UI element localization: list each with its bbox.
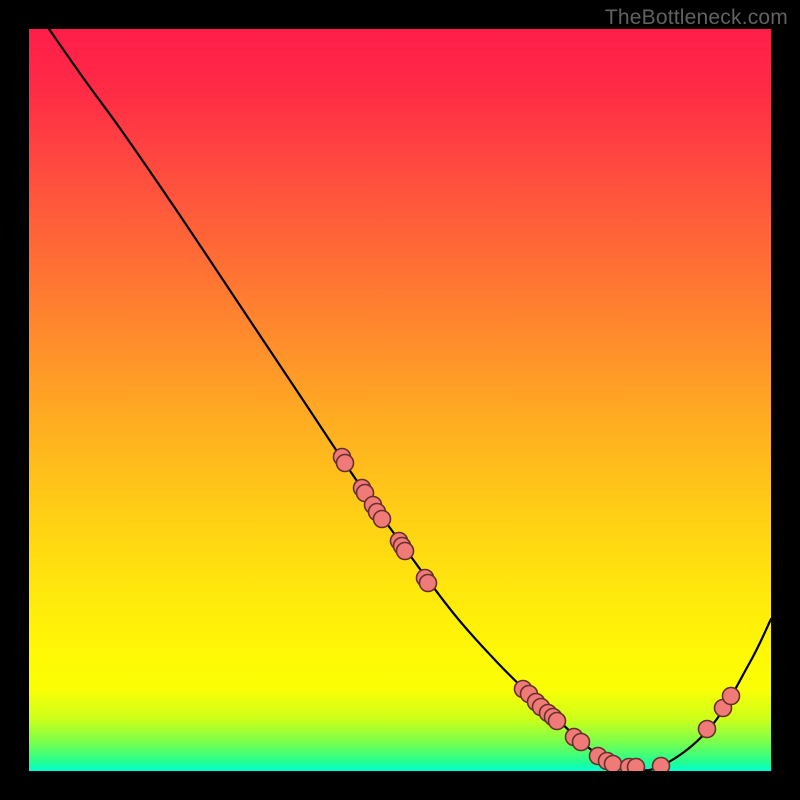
watermark-text: TheBottleneck.com <box>605 6 788 30</box>
chart-svg <box>29 29 771 771</box>
data-point <box>374 511 391 528</box>
data-point <box>397 543 414 560</box>
plot-area <box>29 29 771 771</box>
data-point <box>605 756 622 772</box>
data-point <box>628 759 645 772</box>
data-point <box>337 455 354 472</box>
data-point <box>653 758 670 772</box>
data-point <box>420 575 437 592</box>
data-point <box>573 734 590 751</box>
data-point <box>549 713 566 730</box>
chart-curve <box>49 29 771 770</box>
data-point <box>699 721 716 738</box>
scatter-dots <box>334 449 740 772</box>
chart-stage: TheBottleneck.com <box>0 0 800 800</box>
data-point <box>723 688 740 705</box>
